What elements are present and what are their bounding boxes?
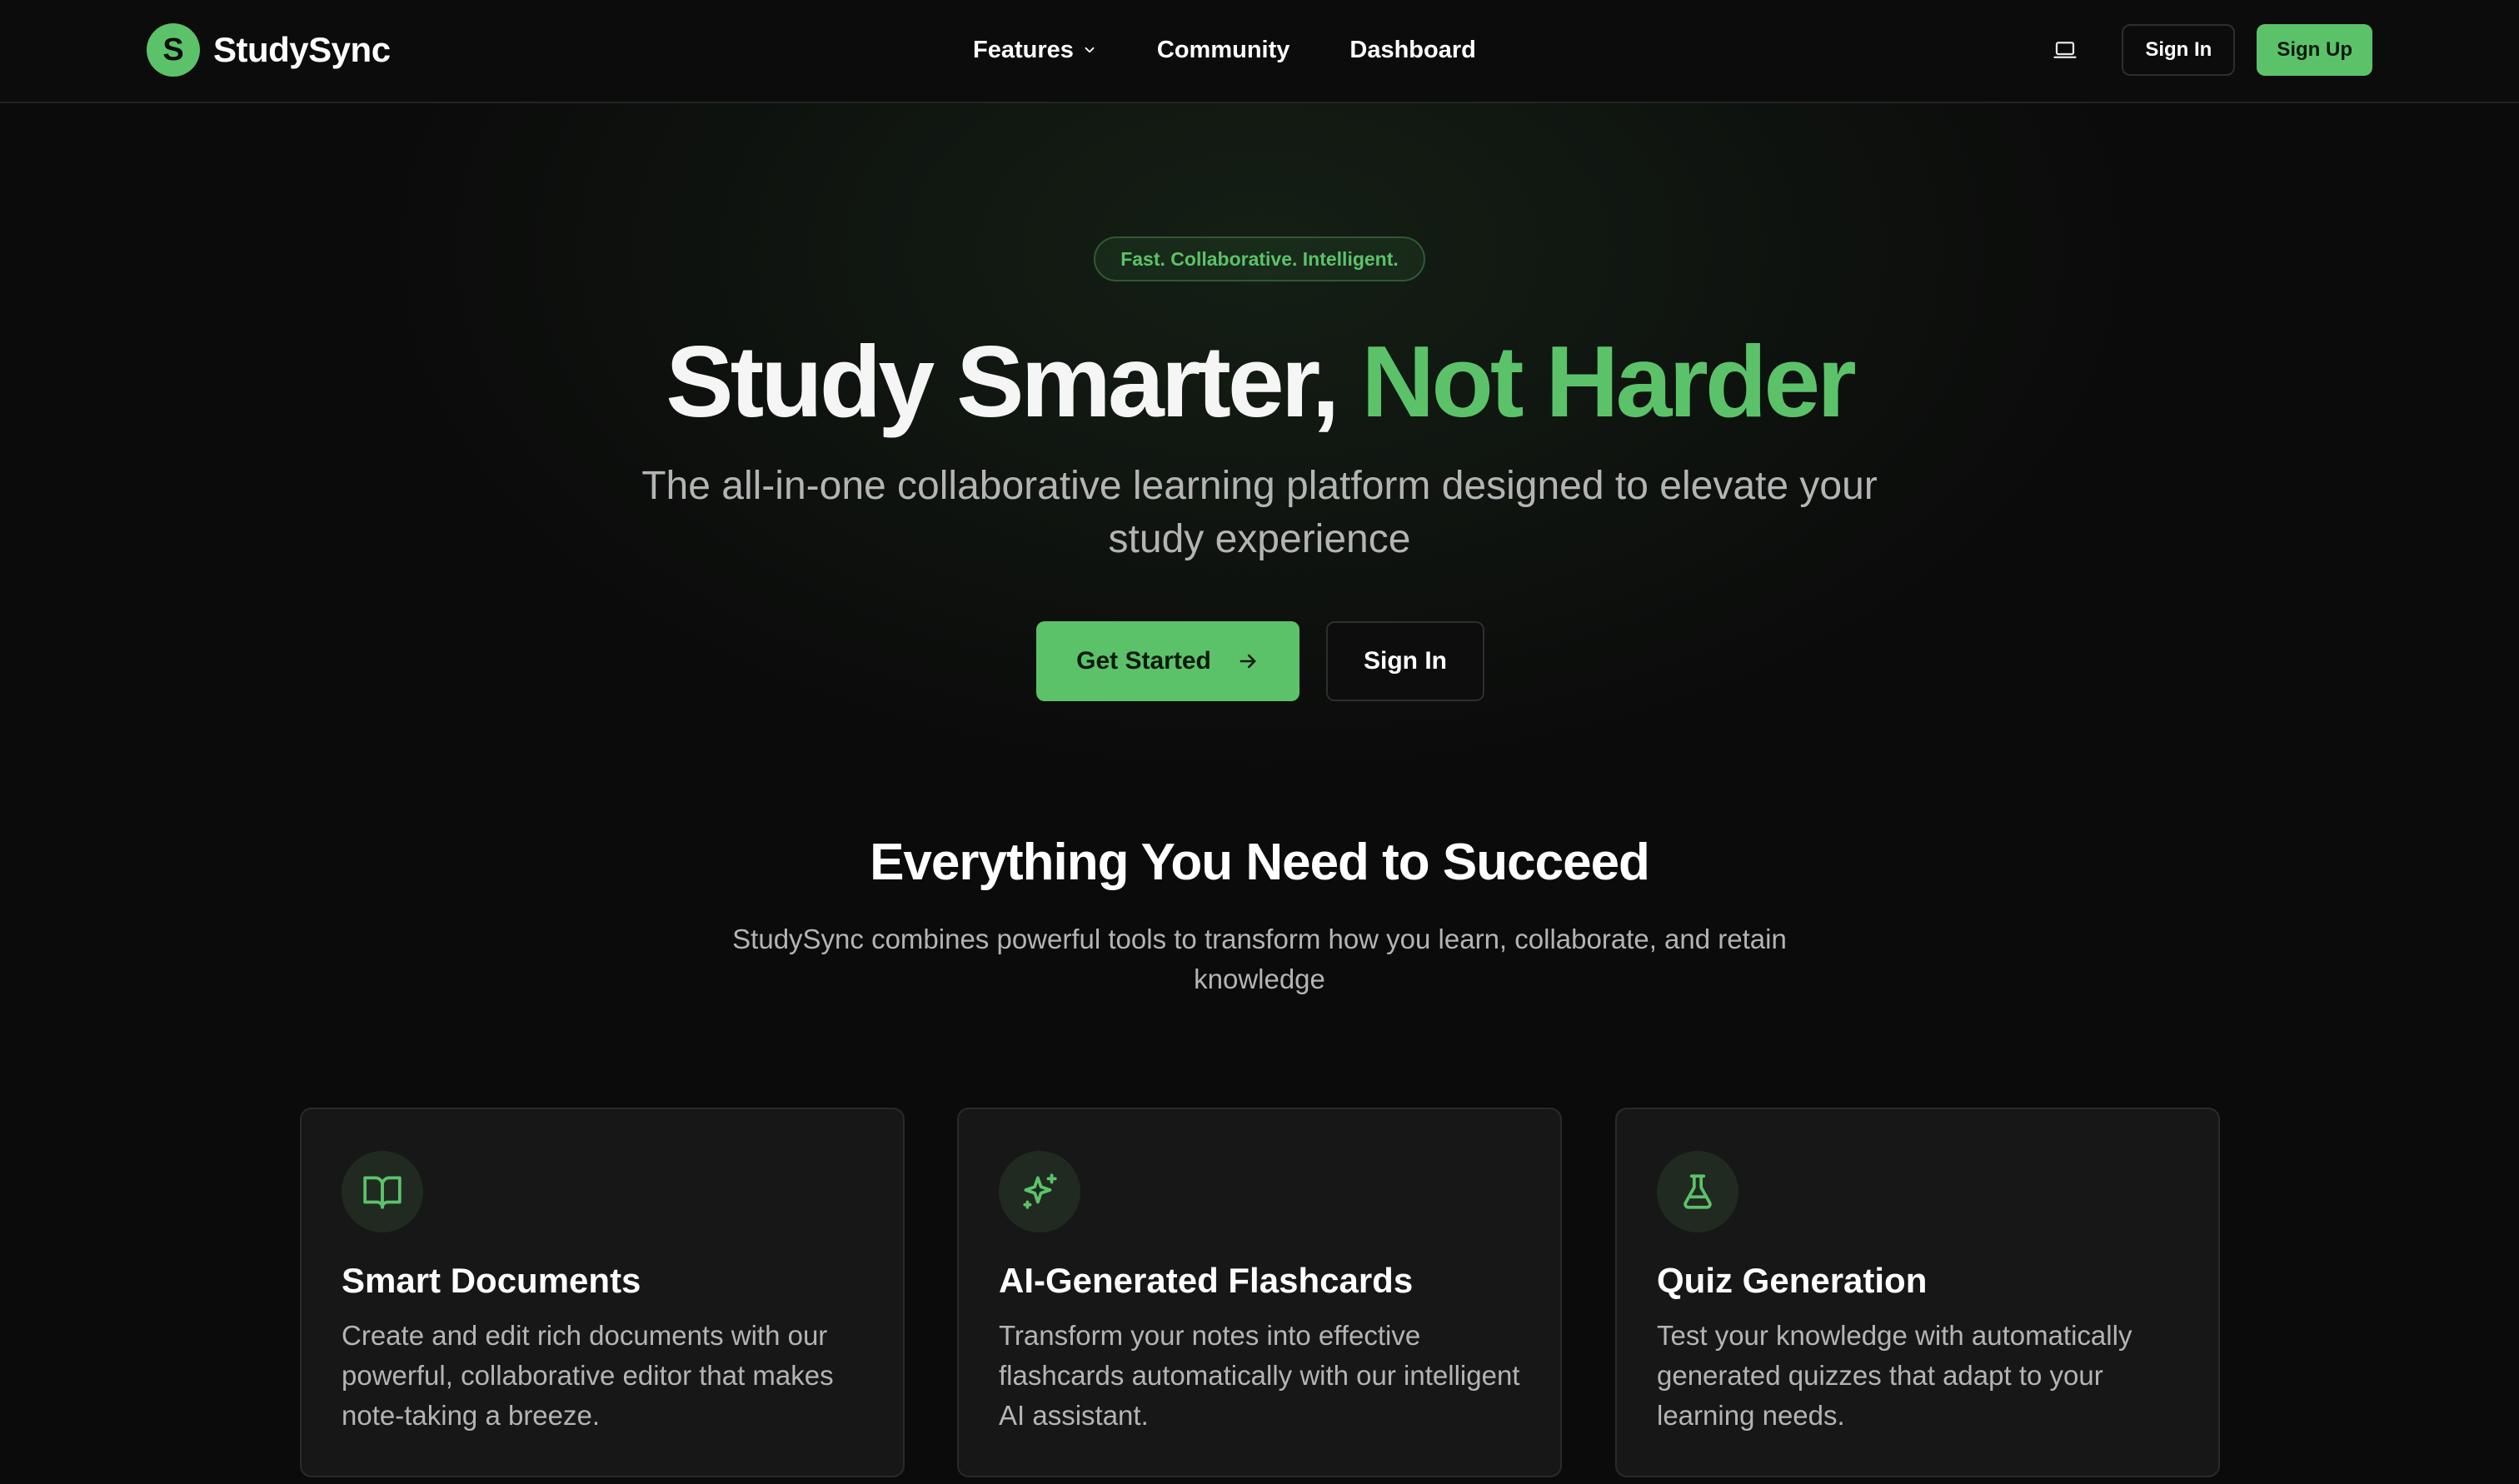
- hero-sign-in-button[interactable]: Sign In: [1326, 621, 1484, 701]
- arrow-right-icon: [1240, 654, 1256, 669]
- feature-card-description: Test your knowledge with automatically g…: [1657, 1320, 2132, 1431]
- features-title: Everything You Need to Succeed: [870, 834, 1650, 891]
- feature-card-title: Quiz Generation: [1657, 1261, 1928, 1300]
- brand-name: StudySync: [213, 30, 391, 69]
- brand[interactable]: S StudySync: [147, 23, 391, 77]
- brand-logo: S: [147, 23, 200, 77]
- theme-toggle-button[interactable]: [2042, 27, 2088, 73]
- navbar: S StudySync Features Community Dashboard…: [0, 0, 2519, 103]
- nav-sign-in-button[interactable]: Sign In: [2122, 24, 2236, 76]
- feature-card-title: Smart Documents: [342, 1261, 641, 1300]
- feature-card-smart-documents: Smart Documents Create and edit rich doc…: [300, 1108, 905, 1477]
- hero-title-accent: Not Harder: [1361, 325, 1856, 438]
- hero-subtitle: The all-in-one collaborative learning pl…: [641, 464, 1878, 561]
- chevron-down-icon: [1085, 47, 1095, 53]
- laptop-icon: [2053, 42, 2077, 58]
- feature-card-quiz-generation: Quiz Generation Test your knowledge with…: [1615, 1108, 2220, 1477]
- feature-card-title: AI-Generated Flashcards: [999, 1261, 1414, 1300]
- feature-card-description: Create and edit rich documents with our …: [342, 1320, 834, 1431]
- get-started-label: Get Started: [1076, 647, 1211, 675]
- nav-sign-up-button[interactable]: Sign Up: [2257, 24, 2372, 76]
- sparkles-icon: [999, 1151, 1080, 1233]
- book-open-icon: [342, 1151, 423, 1233]
- features-subtitle: StudySync combines powerful tools to tra…: [732, 924, 1787, 994]
- hero-title: Study Smarter, Not Harder: [0, 323, 2519, 440]
- nav-dashboard[interactable]: Dashboard: [1349, 37, 1475, 64]
- get-started-button[interactable]: Get Started: [1036, 621, 1299, 701]
- nav-community[interactable]: Community: [1157, 37, 1290, 64]
- feature-card-ai-flashcards: AI-Generated Flashcards Transform your n…: [957, 1108, 1562, 1477]
- nav-features[interactable]: Features: [973, 37, 1097, 64]
- hero-title-main: Study Smarter,: [666, 325, 1362, 438]
- hero-actions: Get Started Sign In: [1036, 621, 1484, 701]
- nav-features-label: Features: [973, 36, 1074, 63]
- feature-card-description: Transform your notes into effective flas…: [999, 1320, 1520, 1431]
- main-nav: Features Community Dashboard: [973, 28, 1476, 72]
- flask-icon: [1657, 1151, 1738, 1233]
- hero-badge: Fast. Collaborative. Intelligent.: [1094, 237, 1425, 281]
- nav-actions: Sign In Sign Up: [2042, 23, 2372, 77]
